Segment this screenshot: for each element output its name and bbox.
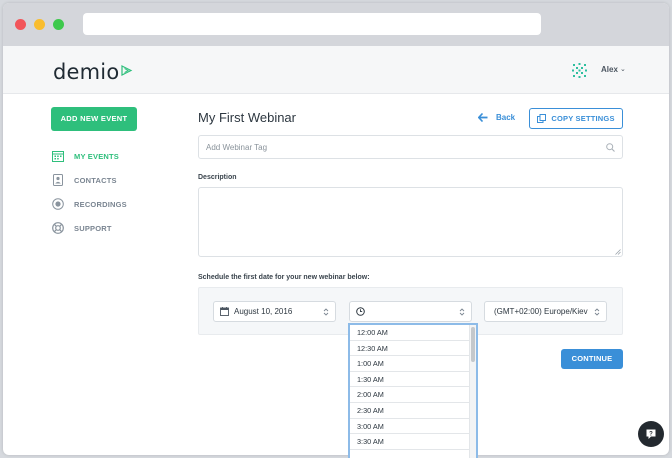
help-chat-button[interactable]: ? <box>638 421 664 447</box>
arrow-left-icon <box>478 113 488 122</box>
sidebar-item-label: MY EVENTS <box>74 151 120 161</box>
contacts-book-icon <box>53 174 63 186</box>
select-arrows-icon <box>594 308 600 316</box>
select-arrows-icon <box>323 308 329 316</box>
timezone-select[interactable]: (GMT+02:00) Europe/Kiev <box>484 301 607 322</box>
back-label: Back <box>496 113 516 122</box>
sidebar-item-my-events[interactable]: MY EVENTS <box>52 149 119 163</box>
dropdown-scrollbar-thumb[interactable] <box>471 327 475 362</box>
maximize-window-dot[interactable] <box>53 19 64 30</box>
chat-question-icon: ? <box>646 429 656 439</box>
close-window-dot[interactable] <box>15 19 26 30</box>
date-select[interactable]: August 10, 2016 <box>213 301 336 322</box>
sidebar-item-recordings[interactable]: RECORDINGS <box>52 197 127 211</box>
address-bar[interactable] <box>83 13 541 35</box>
record-icon <box>52 198 64 210</box>
sidebar-item-label: CONTACTS <box>74 175 117 185</box>
time-option[interactable]: 1:30 AM <box>350 372 469 388</box>
time-option[interactable]: 2:30 AM <box>350 403 469 419</box>
user-name[interactable]: Alex <box>601 65 618 74</box>
sidebar-item-contacts[interactable]: CONTACTS <box>52 173 117 187</box>
description-textarea[interactable] <box>198 187 623 257</box>
copy-settings-label: COPY SETTINGS <box>551 114 615 123</box>
time-dropdown[interactable]: 12:00 AM 12:30 AM 1:00 AM 1:30 AM 2:00 A… <box>348 323 478 458</box>
browser-chrome <box>3 3 669 49</box>
sidebar-item-support[interactable]: SUPPORT <box>52 221 112 235</box>
continue-button[interactable]: CONTINUE <box>561 349 623 369</box>
time-option[interactable]: 12:00 AM <box>350 325 469 341</box>
minimize-window-dot[interactable] <box>34 19 45 30</box>
time-option[interactable]: 12:30 AM <box>350 341 469 357</box>
page-title: My First Webinar <box>198 110 296 125</box>
time-option[interactable]: 2:00 AM <box>350 387 469 403</box>
resize-grip-icon[interactable] <box>615 249 621 255</box>
copy-settings-button[interactable]: COPY SETTINGS <box>529 108 623 129</box>
calendar-icon <box>52 151 64 162</box>
calendar-icon <box>220 307 229 316</box>
time-option[interactable]: 3:00 AM <box>350 419 469 435</box>
search-icon[interactable] <box>606 143 615 152</box>
description-label: Description <box>198 174 237 181</box>
time-option[interactable]: 1:00 AM <box>350 356 469 372</box>
schedule-label: Schedule the first date for your new web… <box>198 274 370 281</box>
add-new-event-button[interactable]: ADD NEW EVENT <box>51 107 137 131</box>
clock-icon <box>356 307 365 316</box>
chevron-down-icon[interactable]: ⌄ <box>620 65 626 73</box>
webinar-tag-input[interactable] <box>198 135 623 159</box>
sidebar-item-label: RECORDINGS <box>74 199 127 209</box>
lifebuoy-icon <box>52 222 64 234</box>
back-button[interactable]: Back <box>478 113 515 122</box>
time-option[interactable]: 3:30 AM <box>350 434 469 450</box>
time-select[interactable] <box>349 301 472 322</box>
copy-icon <box>537 114 547 123</box>
svg-text:?: ? <box>649 431 653 437</box>
sidebar-item-label: SUPPORT <box>74 223 112 233</box>
demio-logo[interactable]: demio <box>53 60 119 84</box>
date-value: August 10, 2016 <box>234 307 293 316</box>
timezone-value: (GMT+02:00) Europe/Kiev <box>494 307 588 316</box>
app-header: demio Alex ⌄ <box>3 46 669 94</box>
avatar[interactable] <box>571 62 588 79</box>
logo-play-icon <box>121 65 133 76</box>
select-arrows-icon <box>459 308 465 316</box>
